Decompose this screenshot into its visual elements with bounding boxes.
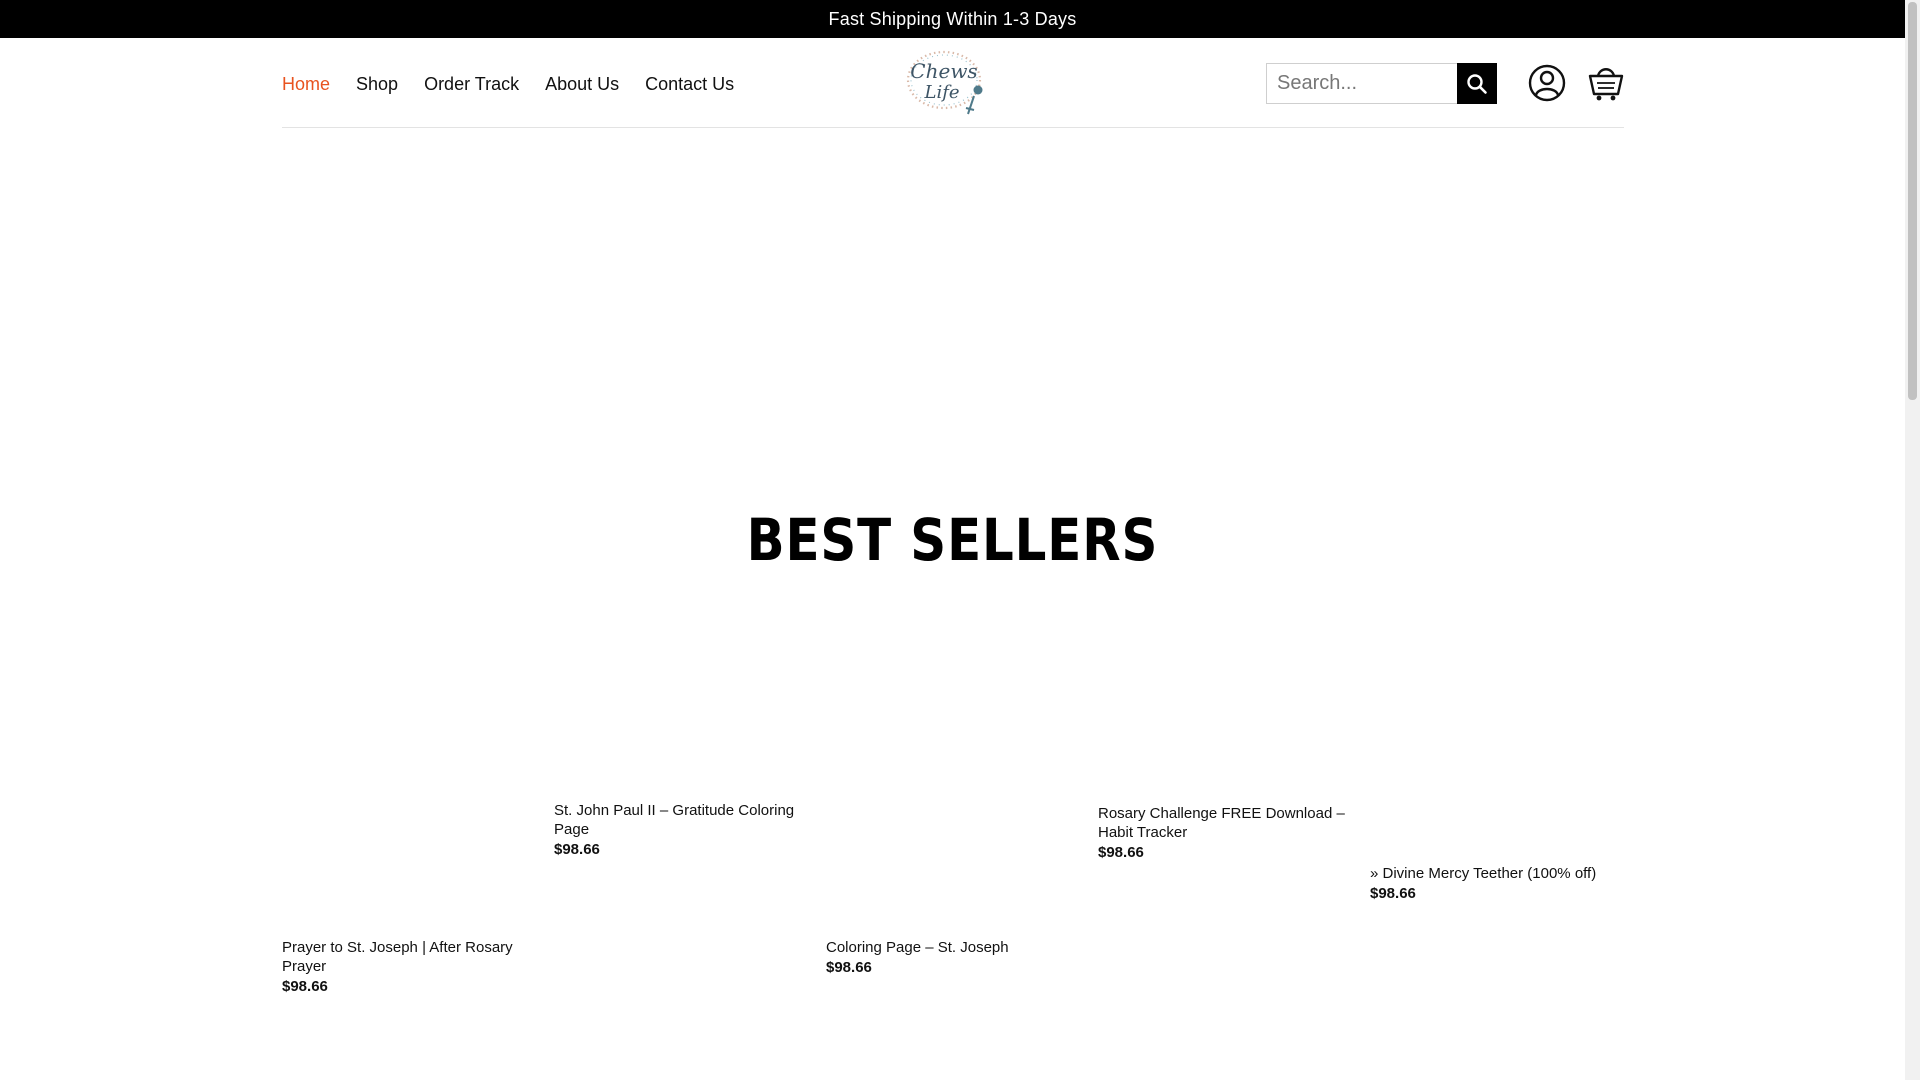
product-price: $98.66 [1370, 885, 1416, 902]
announcement-bar: Fast Shipping Within 1-3 Days [0, 0, 1905, 38]
product-name[interactable]: Rosary Challenge FREE Download – Habit T… [1098, 804, 1356, 842]
nav-contact-us[interactable]: Contact Us [645, 74, 734, 95]
product-name[interactable]: » Divine Mercy Teether (100% off) [1370, 864, 1628, 883]
product-price: $98.66 [554, 841, 600, 858]
svg-text:Life: Life [923, 82, 959, 103]
product-name[interactable]: St. John Paul II – Gratitude Coloring Pa… [554, 801, 812, 839]
product-name[interactable]: Coloring Page – St. Joseph [826, 938, 1084, 957]
account-button[interactable] [1528, 64, 1566, 102]
nav-home[interactable]: Home [282, 74, 330, 95]
nav-shop[interactable]: Shop [356, 74, 398, 95]
search-form [1266, 63, 1497, 104]
cart-button[interactable] [1588, 64, 1624, 102]
product-card[interactable]: Coloring Page – St. Joseph $98.66 [826, 938, 1084, 976]
main-nav: Home Shop Order Track About Us Contact U… [282, 74, 734, 95]
product-price: $98.66 [826, 959, 872, 976]
search-input[interactable] [1267, 64, 1457, 103]
product-card[interactable]: St. John Paul II – Gratitude Coloring Pa… [554, 801, 812, 858]
product-card[interactable]: » Divine Mercy Teether (100% off) $98.66 [1370, 864, 1628, 902]
user-account-icon [1528, 64, 1566, 102]
product-name[interactable]: Prayer to St. Joseph | After Rosary Pray… [282, 938, 540, 976]
nav-order-track[interactable]: Order Track [424, 74, 519, 95]
product-card[interactable]: Prayer to St. Joseph | After Rosary Pray… [282, 938, 540, 995]
announcement-text: Fast Shipping Within 1-3 Days [828, 8, 1077, 29]
search-icon [1467, 73, 1487, 94]
product-price: $98.66 [1098, 844, 1144, 861]
shopping-basket-icon [1588, 68, 1624, 101]
best-sellers-heading: BEST SELLERS [746, 506, 1159, 574]
logo-graphic: Chews Life [906, 50, 983, 115]
header-divider [282, 127, 1624, 128]
svg-text:Chews: Chews [910, 59, 977, 83]
search-button[interactable] [1457, 63, 1497, 104]
product-price: $98.66 [282, 978, 328, 995]
site-logo[interactable]: Chews Life [900, 46, 996, 122]
nav-about-us[interactable]: About Us [545, 74, 619, 95]
product-card[interactable]: Rosary Challenge FREE Download – Habit T… [1098, 804, 1356, 861]
scrollbar-thumb[interactable] [1908, 2, 1917, 400]
site-header: Home Shop Order Track About Us Contact U… [0, 38, 1905, 128]
page-scrollbar[interactable] [1905, 0, 1920, 1080]
